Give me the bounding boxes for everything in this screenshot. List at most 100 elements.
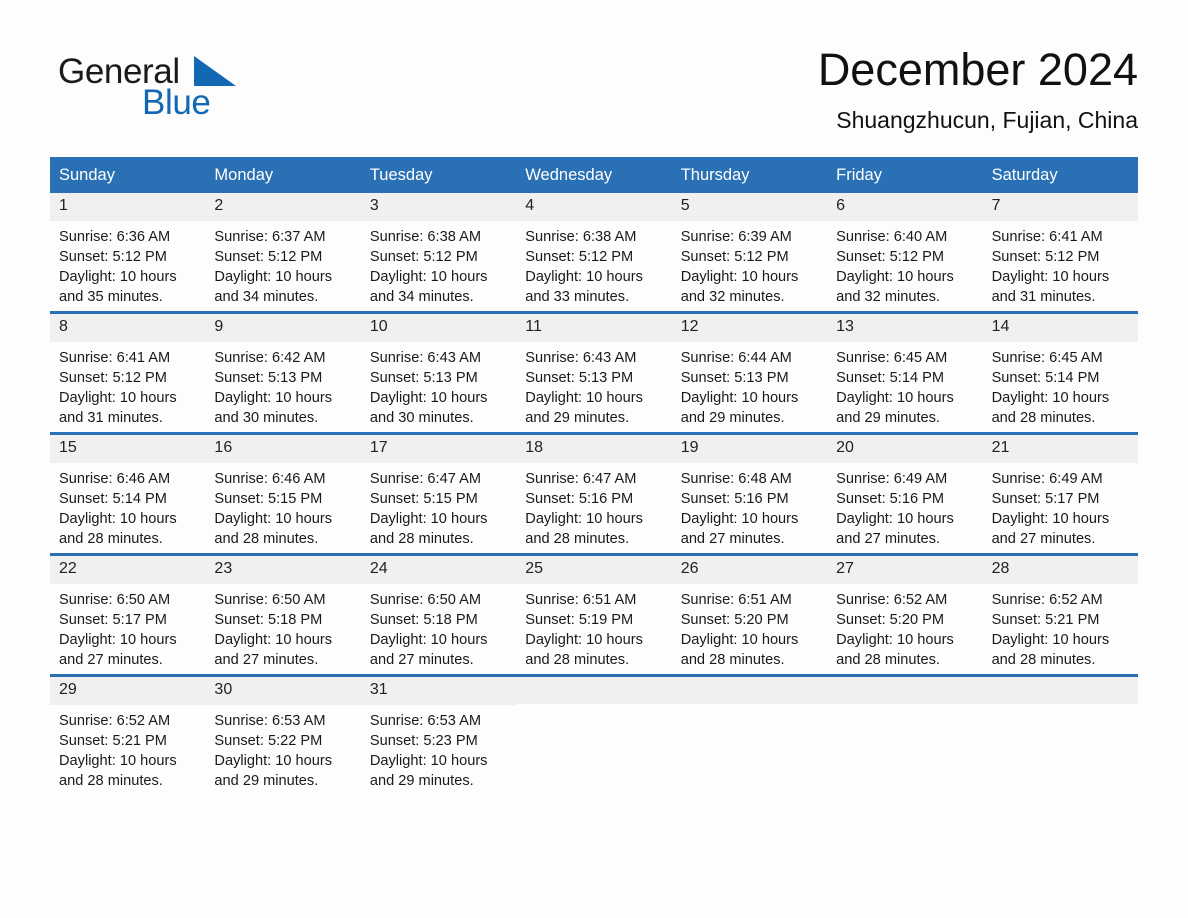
daylight-text: Daylight: 10 hours and 28 minutes.	[59, 511, 177, 548]
sunset-text: Sunset: 5:18 PM	[369, 612, 478, 629]
day-details: Sunrise: 6:53 AM Sunset: 5:22 PM Daylight:…	[205, 705, 360, 791]
calendar-day-cell[interactable]: 15 Sunrise: 6:46 AM Sunset: 5:14 PM Dayligh…	[50, 435, 206, 553]
day-number: 2	[205, 193, 361, 222]
sunrise-text: Sunrise: 6:52 AM	[991, 592, 1103, 609]
sunset-text: Sunset: 5:13 PM	[214, 370, 323, 387]
calendar-day-cell[interactable]: 3 Sunrise: 6:38 AM Sunset: 5:12 PM Daylight…	[360, 193, 517, 311]
calendar-day-cell[interactable]: 4 Sunrise: 6:38 AM Sunset: 5:12 PM Daylight…	[516, 193, 672, 311]
sunrise-text: Sunrise: 6:53 AM	[369, 713, 481, 730]
calendar-day-cell[interactable]: 25 Sunrise: 6:51 AM Sunset: 5:19 PM Dayligh…	[516, 556, 672, 674]
sunrise-text: Sunrise: 6:49 AM	[991, 471, 1103, 488]
daylight-text: Daylight: 10 hours and 29 minutes.	[836, 390, 954, 427]
calendar-table: Sunday Monday Tuesday Wednesday Thursday Frid…	[50, 157, 1138, 795]
day-details: Sunrise: 6:47 AM Sunset: 5:15 PM Daylight:…	[361, 463, 516, 549]
calendar-week-row: 29 Sunrise: 6:52 AM Sunset: 5:21 PM Dayligh…	[50, 674, 1138, 795]
calendar-day-cell[interactable]: 10 Sunrise: 6:43 AM Sunset: 5:13 PM Dayligh…	[360, 314, 517, 432]
day-number: 10	[360, 314, 517, 343]
day-number: 20	[827, 435, 983, 464]
calendar-day-cell[interactable]: 20 Sunrise: 6:49 AM Sunset: 5:16 PM Dayligh…	[827, 435, 983, 553]
calendar-day-cell[interactable]: 14 Sunrise: 6:45 AM Sunset: 5:14 PM Dayligh…	[982, 314, 1138, 432]
calendar-day-cell[interactable]: 9 Sunrise: 6:42 AM Sunset: 5:13 PM Daylight…	[205, 314, 361, 432]
daylight-text: Daylight: 10 hours and 29 minutes.	[525, 390, 643, 427]
calendar-week-row: 8 Sunrise: 6:41 AM Sunset: 5:12 PM Daylight…	[50, 311, 1138, 432]
sunset-text: Sunset: 5:14 PM	[836, 370, 945, 387]
calendar-day-cell[interactable]: 18 Sunrise: 6:47 AM Sunset: 5:16 PM Dayligh…	[516, 435, 672, 553]
logo-triangle-icon	[194, 56, 236, 86]
day-number: 24	[360, 556, 517, 585]
calendar-page: General Blue December 2024 Shuangzhucun,…	[0, 0, 1188, 918]
calendar-day-cell[interactable]: 5 Sunrise: 6:39 AM Sunset: 5:12 PM Daylight…	[671, 193, 828, 311]
calendar-day-cell[interactable]: 7 Sunrise: 6:41 AM Sunset: 5:12 PM Daylight…	[982, 193, 1138, 311]
calendar-day-cell[interactable]: 12 Sunrise: 6:44 AM Sunset: 5:13 PM Dayligh…	[671, 314, 828, 432]
daylight-text: Daylight: 10 hours and 27 minutes.	[680, 511, 799, 548]
sunrise-text: Sunrise: 6:43 AM	[525, 350, 637, 367]
calendar-day-cell[interactable]: 11 Sunrise: 6:43 AM Sunset: 5:13 PM Dayligh…	[516, 314, 672, 432]
calendar-day-cell[interactable]: 29 Sunrise: 6:52 AM Sunset: 5:21 PM Dayligh…	[50, 677, 206, 795]
daylight-text: Daylight: 10 hours and 29 minutes.	[680, 390, 799, 427]
daylight-text: Daylight: 10 hours and 28 minutes.	[214, 511, 333, 548]
day-details: Sunrise: 6:49 AM Sunset: 5:16 PM Daylight:…	[827, 463, 982, 549]
day-details: Sunrise: 6:46 AM Sunset: 5:14 PM Daylight:…	[50, 463, 205, 549]
sunset-text: Sunset: 5:20 PM	[836, 612, 945, 629]
day-details: Sunrise: 6:53 AM Sunset: 5:23 PM Daylight:…	[361, 705, 516, 791]
sunset-text: Sunset: 5:12 PM	[525, 249, 634, 266]
sunrise-text: Sunrise: 6:44 AM	[680, 350, 792, 367]
calendar-day-cell[interactable]: 26 Sunrise: 6:51 AM Sunset: 5:20 PM Dayligh…	[671, 556, 828, 674]
daylight-text: Daylight: 10 hours and 34 minutes.	[369, 269, 488, 306]
day-details: Sunrise: 6:52 AM Sunset: 5:21 PM Daylight:…	[50, 705, 205, 791]
calendar-day-cell[interactable]: 22 Sunrise: 6:50 AM Sunset: 5:17 PM Dayligh…	[50, 556, 206, 674]
calendar-day-cell[interactable]: 17 Sunrise: 6:47 AM Sunset: 5:15 PM Dayligh…	[360, 435, 517, 553]
weekday-header-friday: Friday	[836, 166, 882, 185]
day-number: 5	[671, 193, 828, 222]
calendar-cell-empty	[516, 677, 672, 795]
calendar-day-cell[interactable]: 23 Sunrise: 6:50 AM Sunset: 5:18 PM Dayligh…	[205, 556, 361, 674]
sunset-text: Sunset: 5:16 PM	[836, 491, 945, 508]
calendar-day-cell[interactable]: 16 Sunrise: 6:46 AM Sunset: 5:15 PM Dayligh…	[205, 435, 361, 553]
daylight-text: Daylight: 10 hours and 27 minutes.	[59, 632, 177, 669]
sunset-text: Sunset: 5:14 PM	[59, 491, 167, 508]
day-number: 27	[827, 556, 983, 585]
weekday-header-monday: Monday	[214, 166, 274, 185]
daylight-text: Daylight: 10 hours and 34 minutes.	[214, 269, 333, 306]
sunrise-text: Sunrise: 6:52 AM	[836, 592, 948, 609]
calendar-day-cell[interactable]: 13 Sunrise: 6:45 AM Sunset: 5:14 PM Dayligh…	[827, 314, 983, 432]
sunset-text: Sunset: 5:22 PM	[214, 733, 323, 750]
calendar-day-cell[interactable]: 30 Sunrise: 6:53 AM Sunset: 5:22 PM Dayligh…	[205, 677, 361, 795]
sunset-text: Sunset: 5:17 PM	[991, 491, 1100, 508]
calendar-day-cell[interactable]: 1 Sunrise: 6:36 AM Sunset: 5:12 PM Daylight…	[50, 193, 206, 311]
calendar-day-cell[interactable]: 24 Sunrise: 6:50 AM Sunset: 5:18 PM Dayligh…	[360, 556, 517, 674]
sunrise-text: Sunrise: 6:41 AM	[59, 350, 171, 367]
day-details: Sunrise: 6:39 AM Sunset: 5:12 PM Daylight:…	[672, 221, 827, 307]
sunrise-text: Sunrise: 6:42 AM	[214, 350, 326, 367]
sunset-text: Sunset: 5:16 PM	[525, 491, 634, 508]
calendar-day-cell[interactable]: 8 Sunrise: 6:41 AM Sunset: 5:12 PM Daylight…	[50, 314, 206, 432]
calendar-day-cell[interactable]: 27 Sunrise: 6:52 AM Sunset: 5:20 PM Dayligh…	[827, 556, 983, 674]
calendar-day-cell[interactable]: 19 Sunrise: 6:48 AM Sunset: 5:16 PM Dayligh…	[671, 435, 828, 553]
sunset-text: Sunset: 5:15 PM	[369, 491, 478, 508]
weekday-header-tuesday: Tuesday	[369, 166, 433, 185]
sunset-text: Sunset: 5:21 PM	[59, 733, 167, 750]
day-number: 13	[827, 314, 983, 343]
day-number: 11	[516, 314, 672, 343]
sunrise-text: Sunrise: 6:38 AM	[525, 229, 637, 246]
day-details	[827, 704, 982, 710]
day-details: Sunrise: 6:46 AM Sunset: 5:15 PM Daylight:…	[205, 463, 360, 549]
sunrise-text: Sunrise: 6:51 AM	[680, 592, 792, 609]
calendar-day-cell[interactable]: 31 Sunrise: 6:53 AM Sunset: 5:23 PM Dayligh…	[360, 677, 517, 795]
sunset-text: Sunset: 5:12 PM	[59, 249, 167, 266]
sunrise-text: Sunrise: 6:47 AM	[525, 471, 637, 488]
sunrise-text: Sunrise: 6:47 AM	[369, 471, 481, 488]
sunrise-text: Sunrise: 6:53 AM	[214, 713, 326, 730]
calendar-day-cell[interactable]: 6 Sunrise: 6:40 AM Sunset: 5:12 PM Daylight…	[827, 193, 983, 311]
calendar-day-cell[interactable]: 2 Sunrise: 6:37 AM Sunset: 5:12 PM Daylight…	[205, 193, 361, 311]
sunset-text: Sunset: 5:13 PM	[369, 370, 478, 387]
daylight-text: Daylight: 10 hours and 29 minutes.	[214, 753, 333, 790]
calendar-day-cell[interactable]: 28 Sunrise: 6:52 AM Sunset: 5:21 PM Dayligh…	[982, 556, 1138, 674]
sunrise-text: Sunrise: 6:46 AM	[59, 471, 171, 488]
day-details: Sunrise: 6:38 AM Sunset: 5:12 PM Daylight:…	[361, 221, 516, 307]
sunset-text: Sunset: 5:15 PM	[214, 491, 323, 508]
calendar-day-cell[interactable]: 21 Sunrise: 6:49 AM Sunset: 5:17 PM Dayligh…	[982, 435, 1138, 553]
weekday-header-sunday: Sunday	[59, 166, 115, 185]
day-details: Sunrise: 6:41 AM Sunset: 5:12 PM Daylight:…	[50, 342, 205, 428]
day-number: 3	[360, 193, 517, 222]
